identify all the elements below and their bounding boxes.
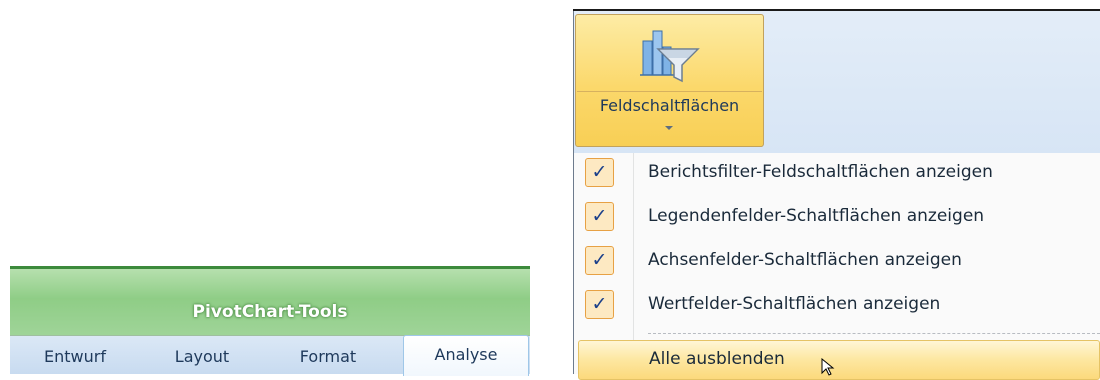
chevron-down-icon[interactable] bbox=[665, 126, 673, 130]
menu-item-axis-field-buttons[interactable]: ✓ Achsenfelder-Schaltflächen anzeigen bbox=[574, 241, 1100, 285]
tab-format[interactable]: Format bbox=[288, 342, 368, 374]
menu-item-value-field-buttons[interactable]: ✓ Wertfelder-Schaltflächen anzeigen bbox=[574, 285, 1100, 329]
mouse-pointer-icon bbox=[821, 358, 835, 376]
tab-analyse[interactable]: Analyse bbox=[403, 335, 529, 376]
field-buttons-filter-icon bbox=[640, 30, 700, 83]
menu-item-label: Achsenfelder-Schaltflächen anzeigen bbox=[648, 250, 962, 270]
field-buttons-dropdown-menu: ✓ Berichtsfilter-Feldschaltflächen anzei… bbox=[574, 153, 1100, 380]
checkmark-icon: ✓ bbox=[585, 202, 614, 231]
split-button-divider bbox=[577, 91, 762, 92]
tab-entwurf[interactable]: Entwurf bbox=[34, 342, 116, 374]
context-title: PivotChart-Tools bbox=[192, 302, 348, 322]
checkmark-icon: ✓ bbox=[585, 246, 614, 275]
field-buttons-label: Feldschaltflächen bbox=[599, 96, 740, 115]
menu-item-label: Berichtsfilter-Feldschaltflächen anzeige… bbox=[648, 162, 993, 182]
menu-item-hide-all[interactable]: Alle ausblenden bbox=[578, 340, 1100, 380]
menu-separator bbox=[648, 333, 1100, 334]
field-buttons-button[interactable]: Feldschaltflächen bbox=[575, 14, 764, 147]
checkmark-icon: ✓ bbox=[585, 290, 614, 319]
menu-item-label: Legendenfelder-Schaltflächen anzeigen bbox=[648, 206, 985, 226]
contextual-tab-group: PivotChart-Tools Entwurf Layout Format A… bbox=[10, 266, 530, 376]
menu-item-label: Wertfelder-Schaltflächen anzeigen bbox=[648, 294, 941, 314]
ribbon-tab-row: Entwurf Layout Format Analyse bbox=[10, 335, 530, 376]
checkmark-icon: ✓ bbox=[585, 158, 614, 187]
menu-item-label: Alle ausblenden bbox=[649, 349, 785, 369]
menu-item-report-filter-buttons[interactable]: ✓ Berichtsfilter-Feldschaltflächen anzei… bbox=[574, 153, 1100, 197]
context-title-band: PivotChart-Tools bbox=[10, 269, 530, 336]
tab-layout[interactable]: Layout bbox=[164, 342, 240, 374]
menu-item-legend-field-buttons[interactable]: ✓ Legendenfelder-Schaltflächen anzeigen bbox=[574, 197, 1100, 241]
